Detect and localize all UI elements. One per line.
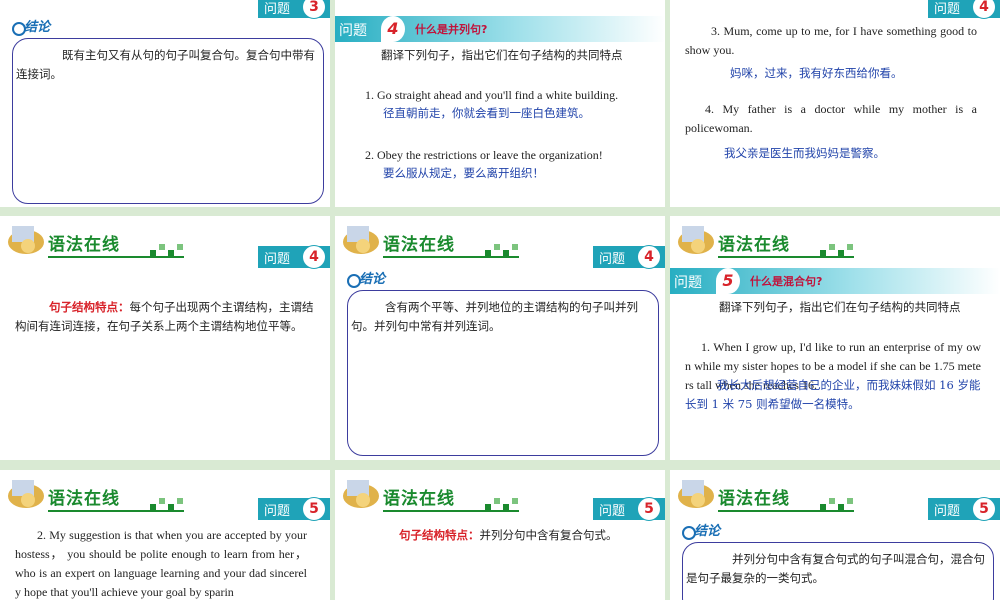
question-number: 4 xyxy=(381,16,405,42)
conclusion-label: 结论 xyxy=(12,16,54,36)
badge-number: 5 xyxy=(302,497,326,521)
conclusion-label: 结论 xyxy=(682,520,724,540)
slide-3: 问题 4 3. Mum, come up to me, for I have s… xyxy=(670,0,1000,207)
badge-number: 5 xyxy=(637,497,661,521)
question-title: 什么是混合句? xyxy=(750,275,823,288)
slide-7: 语法在线 问题 5 2. My suggestion is that when … xyxy=(0,470,330,600)
header-underline xyxy=(383,256,519,258)
translation-3: 妈咪，过来，我有好东西给你看。 xyxy=(730,66,903,80)
book-logo-icon xyxy=(343,226,379,254)
sentence-4: 4. My father is a doctor while my mother… xyxy=(685,102,977,135)
header-title: 语法在线 xyxy=(48,489,120,509)
slide-2: 问题 4 什么是并列句? 翻译下列句子，指出它们在句子结构的共同特点 1. Go… xyxy=(335,0,665,207)
question-bar: 问题 5 什么是混合句? xyxy=(670,268,1000,294)
structure-text: 句子结构特点：每个句子出现两个主谓结构，主谓结构间有连词连接，在句子关系上两个主… xyxy=(15,300,314,333)
question-title: 什么是并列句? xyxy=(415,23,488,36)
squares-icon xyxy=(820,498,853,510)
question-badge: 问题 5 xyxy=(258,497,330,521)
sentence-2: 2. My suggestion is that when you are ac… xyxy=(15,528,307,599)
question-badge: 问题 4 xyxy=(258,245,330,269)
slide-4: 语法在线 问题 4 句子结构特点：每个句子出现两个主谓结构，主谓结构间有连词连接… xyxy=(0,216,330,460)
squares-icon xyxy=(820,244,853,256)
badge-number: 4 xyxy=(637,245,661,269)
slide-8: 语法在线 问题 5 句子结构特点：并列分句中含有复合句式。 xyxy=(335,470,665,600)
conclusion-text: 既有主句又有从句的句子叫复合句。复合句中带有连接词。 xyxy=(16,48,315,81)
structure-label: 句子结构特点： xyxy=(399,528,480,542)
conclusion-label: 结论 xyxy=(347,268,389,288)
structure-text: 句子结构特点：并列分句中含有复合句式。 xyxy=(399,528,618,542)
sentence-1: 1. Go straight ahead and you'll find a w… xyxy=(365,88,619,102)
sentence-2: 2. Obey the restrictions or leave the or… xyxy=(365,148,603,162)
squares-icon xyxy=(150,498,183,510)
book-logo-icon xyxy=(8,480,44,508)
translation-1: 径直朝前走，你就会看到一座白色建筑。 xyxy=(383,106,590,120)
slide-1: 问题 3 结论 既有主句又有从句的句子叫复合句。复合句中带有连接词。 xyxy=(0,0,330,207)
question-bar: 问题 4 什么是并列句? xyxy=(335,16,665,42)
badge-number: 5 xyxy=(972,497,996,521)
translation-2: 要么服从规定，要么离开组织！ xyxy=(383,166,544,180)
slide-6: 语法在线 问题 5 什么是混合句? 翻译下列句子，指出它们在句子结构的共同特点 … xyxy=(670,216,1000,460)
squares-icon xyxy=(485,498,518,510)
squares-icon xyxy=(150,244,183,256)
header-title: 语法在线 xyxy=(718,489,790,509)
badge-label: 问题 xyxy=(264,2,291,17)
sentence-3: 3. Mum, come up to me, for I have someth… xyxy=(685,24,977,57)
header-title: 语法在线 xyxy=(718,235,790,255)
conclusion-text: 含有两个平等、并列地位的主谓结构的句子叫并列句。并列句中常有并列连词。 xyxy=(351,300,638,333)
squares-icon xyxy=(485,244,518,256)
header-underline xyxy=(383,510,519,512)
book-logo-icon xyxy=(343,480,379,508)
header-underline xyxy=(718,256,854,258)
header-title: 语法在线 xyxy=(383,235,455,255)
intro-text: 翻译下列句子，指出它们在句子结构的共同特点 xyxy=(719,300,961,314)
question-badge: 问题 5 xyxy=(928,497,1000,521)
question-number: 5 xyxy=(716,268,740,294)
book-logo-icon xyxy=(8,226,44,254)
structure-label: 句子结构特点： xyxy=(49,300,130,314)
badge-number: 4 xyxy=(972,0,996,19)
header-underline xyxy=(48,256,184,258)
header-underline xyxy=(48,510,184,512)
slide-header: 语法在线 xyxy=(670,216,1000,264)
header-title: 语法在线 xyxy=(383,489,455,509)
slide-9: 语法在线 问题 5 结论 并列分句中含有复合句式的句子叫混合句，混合句是句子最复… xyxy=(670,470,1000,600)
question-badge: 问题 4 xyxy=(928,0,1000,19)
question-badge: 问题 3 xyxy=(258,0,330,19)
slide-5: 语法在线 问题 4 结论 含有两个平等、并列地位的主谓结构的句子叫并列句。并列句… xyxy=(335,216,665,460)
badge-number: 3 xyxy=(302,0,326,19)
translation-4: 我父亲是医生而我妈妈是警察。 xyxy=(724,146,885,160)
intro-text: 翻译下列句子，指出它们在句子结构的共同特点 xyxy=(381,48,623,62)
question-badge: 问题 4 xyxy=(593,245,665,269)
book-logo-icon xyxy=(678,226,714,254)
header-underline xyxy=(718,510,854,512)
translation-1: 我长大后想经营自己的企业，而我妹妹假如 16 岁能长到 1 米 75 则希望做一… xyxy=(685,378,981,411)
question-badge: 问题 5 xyxy=(593,497,665,521)
book-logo-icon xyxy=(678,480,714,508)
badge-number: 4 xyxy=(302,245,326,269)
conclusion-text: 并列分句中含有复合句式的句子叫混合句，混合句是句子最复杂的一类句式。 xyxy=(686,552,985,585)
header-title: 语法在线 xyxy=(48,235,120,255)
